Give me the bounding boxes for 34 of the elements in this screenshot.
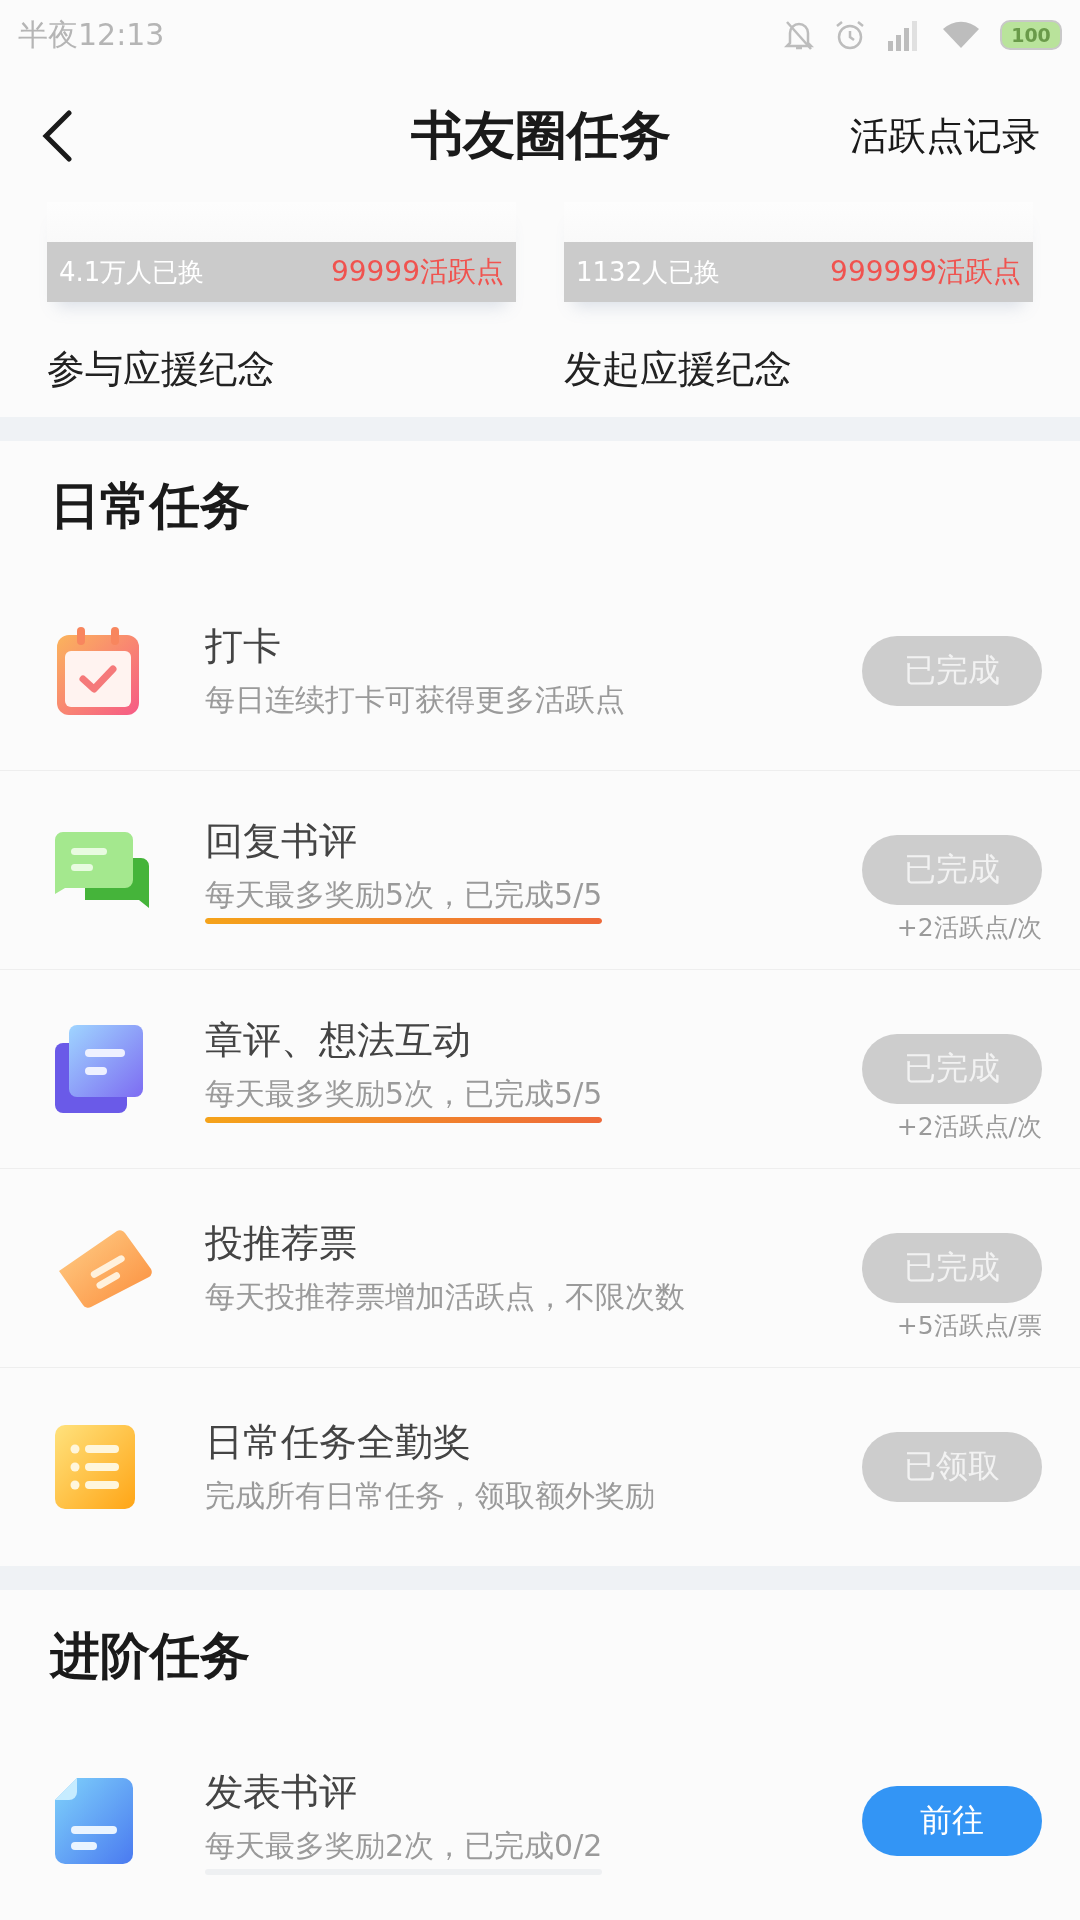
task-description: 每天最多奖励5次，已完成5/5 xyxy=(205,1075,603,1114)
task-title: 打卡 xyxy=(205,623,282,671)
document-icon xyxy=(55,1778,133,1864)
task-title: 章评、想法互动 xyxy=(205,1017,472,1065)
task-description: 每天最多奖励5次，已完成5/5 xyxy=(205,876,603,915)
wifi-icon xyxy=(942,21,980,50)
task-title: 日常任务全勤奖 xyxy=(205,1419,472,1467)
bell-off-icon xyxy=(784,19,814,52)
status-time: 半夜12:13 xyxy=(18,15,165,54)
reward-price: 99999活跃点 xyxy=(330,254,504,291)
reward-name: 发起应援纪念 xyxy=(564,346,793,394)
alarm-icon xyxy=(834,19,866,52)
section-title: 日常任务 xyxy=(49,475,251,537)
task-title: 回复书评 xyxy=(205,818,358,866)
task-description: 每天最多奖励2次，已完成0/2 xyxy=(205,1827,603,1865)
task-title: 投推荐票 xyxy=(205,1220,358,1268)
chat-bubbles-icon xyxy=(55,832,151,909)
reward-price: 999999活跃点 xyxy=(830,254,1021,291)
section-title: 进阶任务 xyxy=(48,1624,251,1687)
task-description: 完成所有日常任务，领取额外奖励 xyxy=(205,1477,655,1516)
page-title: 书友圈任务 xyxy=(411,103,671,168)
reward-rate: +2活跃点/次 xyxy=(896,912,1042,945)
task-button[interactable]: 前往 xyxy=(862,1786,1042,1856)
task-description: 每日连续打卡可获得更多活跃点 xyxy=(205,681,625,720)
reward-name: 参与应援纪念 xyxy=(47,346,276,394)
task-description: 每天投推荐票增加活跃点，不限次数 xyxy=(205,1278,685,1317)
calendar-icon xyxy=(55,625,141,718)
task-title: 发表书评 xyxy=(205,1769,358,1816)
battery-icon: 100 xyxy=(1000,20,1062,51)
list-icon xyxy=(55,1425,135,1510)
reward-rate: +2活跃点/次 xyxy=(896,1111,1042,1144)
reward-rate: +5活跃点/票 xyxy=(896,1310,1042,1343)
activity-record-link[interactable]: 活跃点记录 xyxy=(850,110,1040,162)
stacked-cards-icon xyxy=(55,1025,143,1114)
